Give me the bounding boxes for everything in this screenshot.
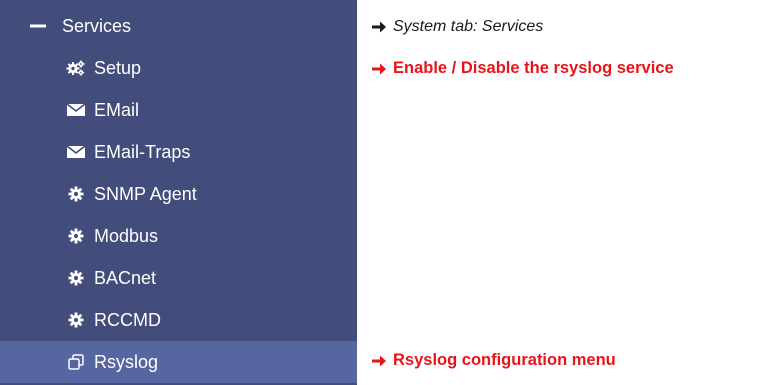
arrow-right-icon <box>371 354 387 368</box>
clone-icon <box>66 352 86 372</box>
nav-item-email[interactable]: EMail <box>0 89 357 131</box>
nav-section-services[interactable]: Services <box>0 5 357 47</box>
minus-icon <box>28 16 48 36</box>
services-sidebar: Services Setup EMail EMail-Traps SNMP Ag… <box>0 0 357 385</box>
nav-item-email-traps[interactable]: EMail-Traps <box>0 131 357 173</box>
nav-item-snmp-agent[interactable]: SNMP Agent <box>0 173 357 215</box>
gear-icon <box>66 310 86 330</box>
nav-item-label: Rsyslog <box>94 351 159 372</box>
arrow-right-icon <box>371 62 387 76</box>
nav-section-label: Services <box>62 15 132 36</box>
gear-icon <box>66 268 86 288</box>
annotation-system-tab: System tab: Services <box>371 18 543 36</box>
gear-icon <box>66 184 86 204</box>
annotation-rsyslog-menu: Rsyslog configuration menu <box>371 351 616 370</box>
gears-icon <box>66 58 86 78</box>
envelope-icon <box>66 100 86 120</box>
nav-item-setup[interactable]: Setup <box>0 47 357 89</box>
nav-item-label: EMail-Traps <box>94 141 191 162</box>
nav-item-label: Modbus <box>94 225 159 246</box>
nav-item-rsyslog[interactable]: Rsyslog <box>0 341 357 383</box>
nav-item-label: EMail <box>94 99 140 120</box>
annotation-text: Enable / Disable the rsyslog service <box>393 59 674 77</box>
nav-item-label: Setup <box>94 57 142 78</box>
nav-item-modbus[interactable]: Modbus <box>0 215 357 257</box>
nav-item-bacnet[interactable]: BACnet <box>0 257 357 299</box>
annotation-text: System tab: Services <box>393 18 544 35</box>
nav-item-label: BACnet <box>94 267 157 288</box>
nav-item-rccmd[interactable]: RCCMD <box>0 299 357 341</box>
annotation-text: Rsyslog configuration menu <box>393 351 616 369</box>
envelope-icon <box>66 142 86 162</box>
gear-icon <box>66 226 86 246</box>
nav-item-label: RCCMD <box>94 309 161 330</box>
arrow-right-icon <box>371 20 387 34</box>
nav-item-label: SNMP Agent <box>94 183 197 204</box>
annotation-enable-disable: Enable / Disable the rsyslog service <box>371 59 674 78</box>
